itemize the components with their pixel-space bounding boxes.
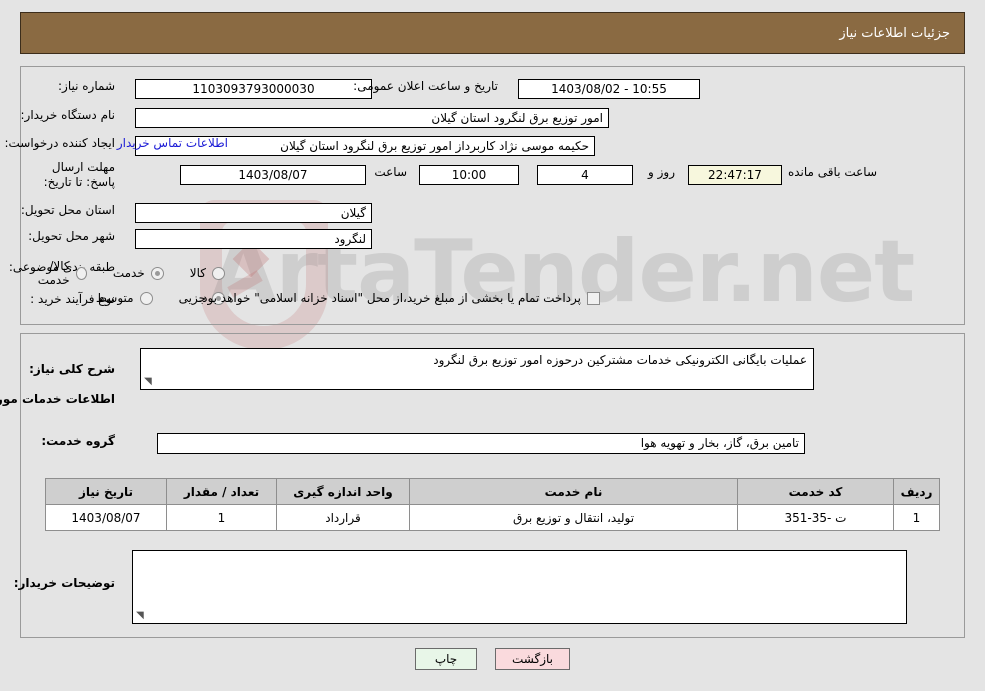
deadline-date-field[interactable]: 1403/08/07 — [180, 165, 366, 185]
cell-date: 1403/08/07 — [45, 504, 167, 531]
province-label-wrap: استان محل تحویل: — [21, 203, 115, 217]
action-button-bar: بازگشت چاپ — [0, 648, 985, 670]
resize-grip-icon[interactable]: ◤ — [144, 376, 154, 387]
resize-grip-icon[interactable]: ◤ — [136, 610, 146, 621]
cell-name: تولید، انتقال و توزیع برق — [409, 504, 738, 531]
buyer-notes-label-wrap: توضیحات خریدار: — [14, 576, 115, 590]
treasury-checkbox-row: پرداخت تمام یا بخشی از مبلغ خرید،از محل … — [198, 291, 600, 305]
radio-icon[interactable] — [212, 266, 225, 280]
col-date: تاریخ نیاز — [45, 478, 167, 505]
services-heading-wrap: اطلاعات خدمات مورد نیاز — [0, 392, 115, 406]
days-field-wrap: 4 — [537, 165, 633, 185]
radio-icon[interactable] — [75, 266, 87, 280]
delivery-city-field[interactable]: لنگرود — [135, 229, 372, 249]
days-unit-wrap: روز و — [648, 165, 675, 179]
buyer-notes-textarea[interactable]: ◤ — [132, 550, 907, 624]
days-unit-label: روز و — [648, 165, 675, 179]
cell-index: 1 — [893, 504, 940, 531]
deadline-date-wrap: 1403/08/07 — [180, 165, 366, 185]
process-option-motavaset-label: متوسط — [95, 291, 134, 305]
delivery-city-label: شهر محل تحویل: — [28, 229, 115, 243]
buyer-contact-link[interactable]: اطلاعات تماس خریدار — [117, 136, 228, 150]
countdown-suffix-wrap: ساعت باقی مانده — [788, 165, 877, 179]
service-group-field-wrap: تامین برق، گاز، بخار و تهویه هوا — [157, 433, 805, 454]
buyer-org-label-wrap: نام دستگاه خریدار: — [21, 108, 116, 122]
category-option-kala-label: کالا — [189, 266, 206, 280]
category-options: کالا خدمت کالا/خدمت — [0, 259, 225, 287]
general-description-textarea[interactable]: عملیات بایگانی الکترونیکی خدمات مشترکین … — [140, 348, 814, 390]
col-index: ردیف — [893, 478, 940, 505]
category-option-kala-khedmat-label: کالا/خدمت — [37, 259, 70, 287]
col-name: نام خدمت — [409, 478, 738, 505]
service-group-label-wrap: گروه خدمت: — [41, 434, 115, 448]
table-header-row: ردیف کد خدمت نام خدمت واحد اندازه گیری ت… — [45, 478, 940, 505]
announce-date-field[interactable]: 10:55 - 1403/08/02 — [518, 79, 700, 99]
need-number-field-wrap: 1103093793000030 — [135, 79, 372, 99]
cell-quantity: 1 — [166, 504, 277, 531]
creator-label: ایجاد کننده درخواست: — [4, 136, 115, 150]
announce-label-wrap: تاریخ و ساعت اعلان عمومی: — [353, 79, 498, 93]
city-label-wrap: شهر محل تحویل: — [28, 229, 115, 243]
category-option-kala-khedmat[interactable]: کالا/خدمت — [26, 259, 87, 287]
service-group-label: گروه خدمت: — [41, 434, 115, 448]
print-button[interactable]: چاپ — [415, 648, 477, 670]
summary-label-wrap: شرح کلی نیاز: — [29, 362, 115, 376]
radio-icon[interactable] — [150, 266, 164, 280]
col-code: کد خدمت — [737, 478, 894, 505]
countdown-suffix-label: ساعت باقی مانده — [787, 165, 877, 179]
deadline-hour-label: ساعت — [374, 165, 407, 179]
countdown-wrap: 22:47:17 — [688, 165, 782, 185]
treasury-docs-label: پرداخت تمام یا بخشی از مبلغ خرید،از محل … — [198, 291, 581, 305]
need-number-field[interactable]: 1103093793000030 — [135, 79, 372, 99]
remaining-days-field[interactable]: 4 — [537, 165, 633, 185]
page-root: ArtaTender.net جزئیات اطلاعات نیاز شماره… — [0, 0, 985, 691]
countdown-timer-field: 22:47:17 — [688, 165, 782, 185]
deadline-hour-label-wrap: ساعت — [374, 165, 407, 179]
delivery-province-field[interactable]: گیلان — [135, 203, 372, 223]
category-option-kala[interactable]: کالا — [190, 266, 225, 280]
announce-date-label: تاریخ و ساعت اعلان عمومی: — [353, 79, 498, 93]
services-table: ردیف کد خدمت نام خدمت واحد اندازه گیری ت… — [45, 478, 940, 531]
treasury-docs-checkbox[interactable]: پرداخت تمام یا بخشی از مبلغ خرید،از محل … — [198, 291, 600, 305]
deadline-label-wrap: مهلت ارسال پاسخ: تا تاریخ: — [23, 160, 115, 190]
contact-link-wrap: اطلاعات تماس خریدار — [117, 136, 228, 150]
announce-field-wrap: 10:55 - 1403/08/02 — [518, 79, 700, 99]
buyer-notes-label: توضیحات خریدار: — [13, 576, 115, 590]
general-description-label: شرح کلی نیاز: — [29, 362, 115, 376]
buyer-org-label: نام دستگاه خریدار: — [20, 108, 116, 122]
deadline-hour-field[interactable]: 10:00 — [419, 165, 519, 185]
city-field-wrap: لنگرود — [135, 229, 372, 249]
creator-label-wrap: ایجاد کننده درخواست: — [4, 136, 115, 150]
process-option-motavaset[interactable]: متوسط — [96, 291, 153, 305]
col-unit: واحد اندازه گیری — [276, 478, 410, 505]
buyer-org-field[interactable]: امور توزیع برق لنگرود استان گیلان — [135, 108, 609, 128]
back-button[interactable]: بازگشت — [495, 648, 570, 670]
need-number-label: شماره نیاز: — [58, 79, 115, 93]
need-number-row: شماره نیاز: — [58, 79, 115, 93]
window-title-bar: جزئیات اطلاعات نیاز — [20, 12, 965, 54]
deadline-label: مهلت ارسال پاسخ: تا تاریخ: — [43, 160, 115, 189]
radio-icon[interactable] — [139, 291, 153, 305]
table-row[interactable]: 1 ت -35-351 تولید، انتقال و توزیع برق قر… — [45, 504, 940, 531]
services-info-heading: اطلاعات خدمات مورد نیاز — [0, 392, 115, 406]
cell-unit: قرارداد — [276, 504, 410, 531]
checkbox-icon[interactable] — [587, 291, 600, 305]
deadline-hour-wrap: 10:00 — [419, 165, 519, 185]
service-group-field[interactable]: تامین برق، گاز، بخار و تهویه هوا — [157, 433, 805, 454]
page-title: جزئیات اطلاعات نیاز — [839, 25, 950, 41]
category-option-khedmat[interactable]: خدمت — [113, 266, 164, 280]
buyer-org-field-wrap: امور توزیع برق لنگرود استان گیلان — [135, 108, 609, 128]
cell-code: ت -35-351 — [737, 504, 894, 531]
category-option-khedmat-label: خدمت — [112, 266, 145, 280]
delivery-province-label: استان محل تحویل: — [20, 203, 115, 217]
general-description-value: عملیات بایگانی الکترونیکی خدمات مشترکین … — [433, 353, 807, 367]
col-quantity: تعداد / مقدار — [166, 478, 277, 505]
province-field-wrap: گیلان — [135, 203, 372, 223]
